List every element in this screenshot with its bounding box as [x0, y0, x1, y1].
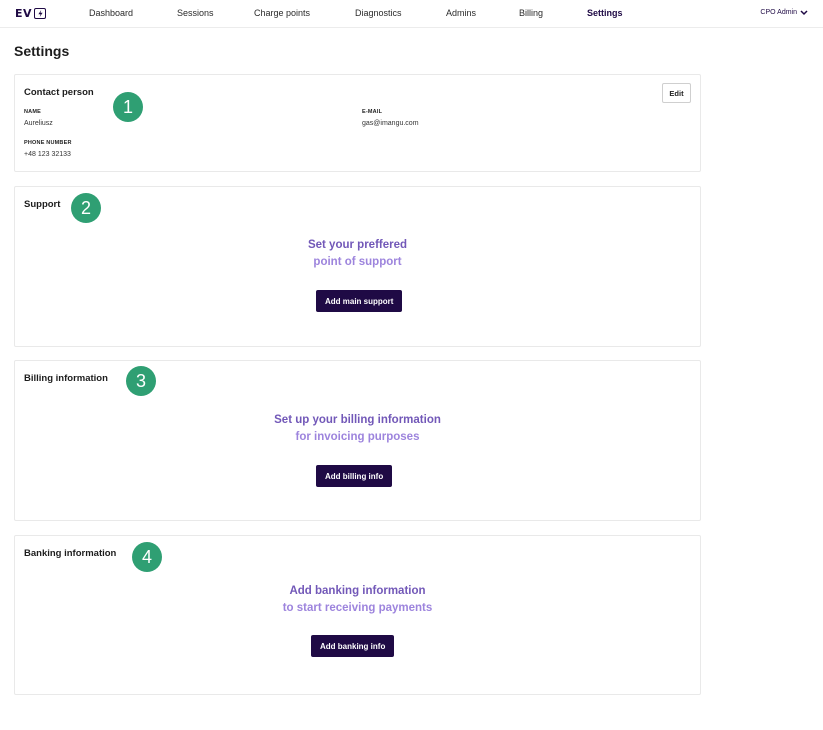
- banking-information-card: Banking information 4 Add banking inform…: [14, 535, 701, 695]
- step-badge-4: 4: [132, 542, 162, 572]
- email-value: gas@imangu.com: [362, 120, 419, 127]
- nav-item-diagnostics[interactable]: Diagnostics: [355, 8, 402, 18]
- edit-contact-button[interactable]: Edit: [662, 83, 691, 103]
- nav-item-charge-points[interactable]: Charge points: [254, 8, 310, 18]
- user-menu[interactable]: CPO Admin: [760, 9, 808, 16]
- support-prompt-line1: Set your preffered: [307, 239, 408, 251]
- banking-information-title: Banking information: [24, 548, 117, 559]
- user-name: CPO Admin: [760, 9, 797, 16]
- step-badge-1: 1: [113, 92, 143, 122]
- nav-item-sessions[interactable]: Sessions: [177, 8, 214, 18]
- billing-information-card: Billing information 3 Set up your billin…: [14, 360, 701, 521]
- nav-item-admins[interactable]: Admins: [446, 8, 476, 18]
- email-label: E-MAIL: [362, 109, 383, 115]
- top-navbar: EV Dashboard Sessions Charge points Diag…: [0, 0, 823, 28]
- chevron-down-icon: [800, 9, 808, 15]
- logo-text: EV: [15, 7, 33, 20]
- billing-information-title: Billing information: [24, 373, 108, 384]
- billing-prompt: Set up your billing information for invo…: [15, 412, 700, 445]
- name-value: Aureliusz: [24, 120, 53, 127]
- support-prompt: Set your preffered point of support: [15, 237, 700, 270]
- phone-value: +48 123 32133: [24, 151, 71, 158]
- support-prompt-line2: point of support: [313, 255, 402, 268]
- billing-prompt-line2: for invoicing purposes: [295, 430, 420, 443]
- add-billing-info-button[interactable]: Add billing info: [316, 465, 393, 487]
- banking-prompt-line1: Add banking information: [289, 585, 426, 597]
- contact-person-card: Contact person 1 Edit NAME Aureliusz E-M…: [14, 74, 701, 172]
- add-banking-info-button[interactable]: Add banking info: [311, 635, 395, 657]
- banking-prompt: Add banking information to start receivi…: [15, 583, 700, 616]
- contact-person-title: Contact person: [24, 87, 94, 98]
- nav-item-dashboard[interactable]: Dashboard: [89, 8, 133, 18]
- add-main-support-button[interactable]: Add main support: [316, 290, 403, 312]
- ev-logo[interactable]: EV: [15, 7, 47, 20]
- nav-item-billing[interactable]: Billing: [519, 8, 543, 18]
- phone-label: PHONE NUMBER: [24, 140, 72, 146]
- page-title: Settings: [14, 43, 70, 59]
- step-badge-3: 3: [126, 366, 156, 396]
- nav-item-settings[interactable]: Settings: [587, 8, 623, 18]
- banking-prompt-line2: to start receiving payments: [282, 601, 433, 614]
- support-title: Support: [24, 199, 61, 210]
- charging-bolt-icon: [34, 8, 47, 19]
- billing-prompt-line1: Set up your billing information: [274, 414, 441, 426]
- name-label: NAME: [24, 109, 41, 115]
- support-card: Support 2 Set your preffered point of su…: [14, 186, 701, 347]
- step-badge-2: 2: [71, 193, 101, 223]
